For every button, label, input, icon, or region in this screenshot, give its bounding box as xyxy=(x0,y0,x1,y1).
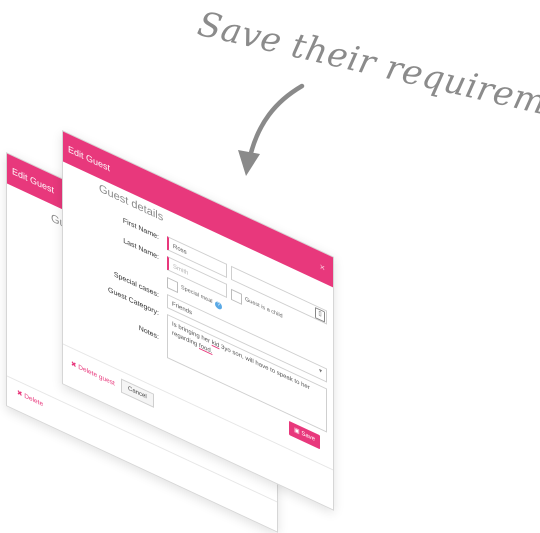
notes-text-2: kid xyxy=(211,339,220,350)
save-icon: ▣ xyxy=(294,427,302,437)
notes-text-4: food. xyxy=(199,342,213,356)
info-icon[interactable]: ? xyxy=(215,300,222,311)
scene: Save their requirements Edit Guest Guest… xyxy=(0,0,540,533)
guest-is-child-checkbox[interactable] xyxy=(231,288,242,305)
delete-guest-link[interactable]: ✖ Delete guest xyxy=(71,359,115,387)
special-meal-checkbox[interactable] xyxy=(167,276,178,294)
chevron-down-icon[interactable]: ▾ xyxy=(319,367,322,375)
last-name-label: Last Name: xyxy=(123,237,159,262)
close-icon[interactable]: × xyxy=(320,251,325,283)
